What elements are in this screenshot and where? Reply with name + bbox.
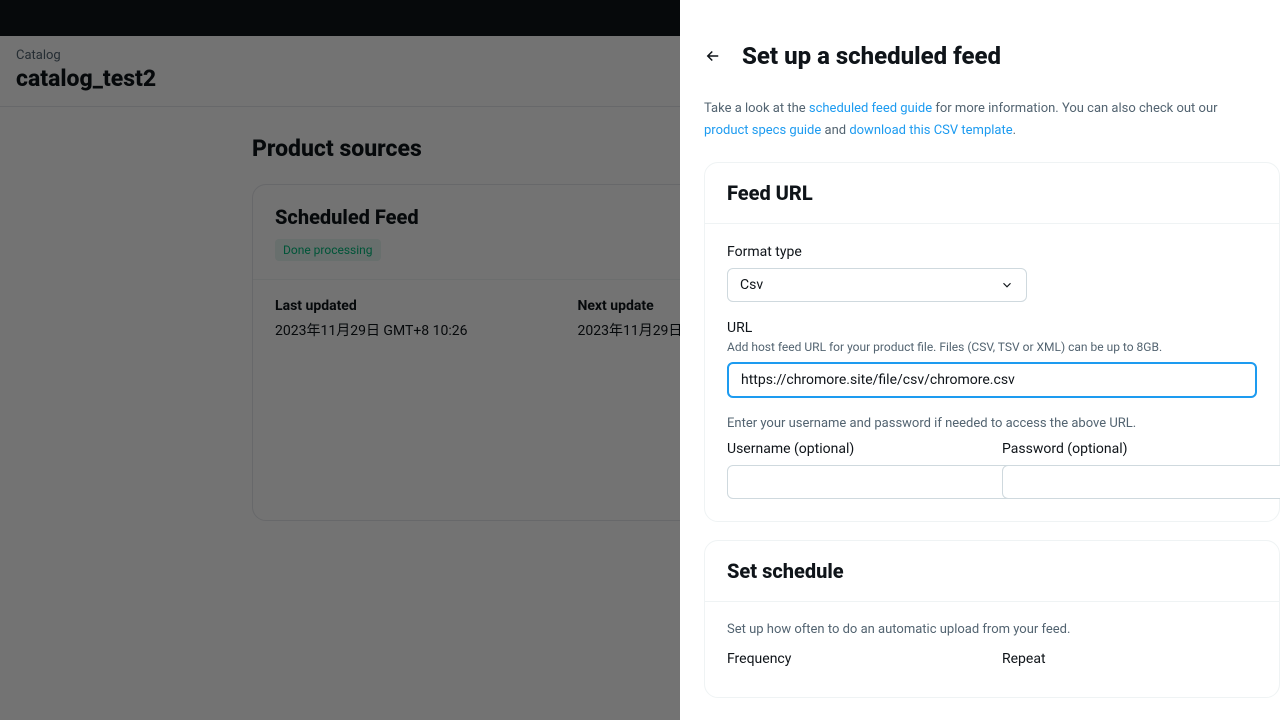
credentials-hint: Enter your username and password if need… — [727, 416, 1257, 431]
username-label: Username (optional) — [727, 441, 982, 457]
scheduled-feed-guide-link[interactable]: scheduled feed guide — [809, 101, 932, 116]
feed-url-heading: Feed URL — [705, 163, 1279, 224]
url-input[interactable] — [727, 362, 1257, 398]
schedule-hint: Set up how often to do an automatic uplo… — [727, 622, 1257, 637]
chevron-down-icon — [1000, 278, 1014, 292]
product-specs-guide-link[interactable]: product specs guide — [704, 123, 821, 138]
help-mid: for more information. You can also check… — [932, 101, 1217, 116]
format-type-label: Format type — [727, 244, 1257, 260]
password-input[interactable] — [1002, 465, 1280, 499]
username-input[interactable] — [727, 465, 1027, 499]
url-label: URL — [727, 320, 1257, 336]
help-pre: Take a look at the — [704, 101, 809, 116]
repeat-field: Repeat — [1002, 651, 1257, 675]
back-arrow-icon[interactable] — [704, 47, 722, 65]
download-csv-template-link[interactable]: download this CSV template — [849, 123, 1012, 138]
help-text: Take a look at the scheduled feed guide … — [680, 98, 1280, 162]
url-field: URL Add host feed URL for your product f… — [727, 320, 1257, 398]
format-type-field: Format type Csv — [727, 244, 1257, 302]
set-schedule-panel: Set schedule Set up how often to do an a… — [704, 540, 1280, 698]
feed-url-panel: Feed URL Format type Csv URL Add host fe… — [704, 162, 1280, 522]
format-type-value: Csv — [740, 277, 763, 293]
password-field: Password (optional) — [1002, 441, 1257, 499]
format-type-select[interactable]: Csv — [727, 268, 1027, 302]
frequency-label: Frequency — [727, 651, 982, 667]
url-hint: Add host feed URL for your product file.… — [727, 340, 1257, 354]
drawer-title: Set up a scheduled feed — [742, 42, 1001, 70]
help-end: . — [1013, 123, 1016, 138]
drawer-panel: Set up a scheduled feed Take a look at t… — [680, 0, 1280, 720]
help-post: and — [821, 123, 849, 138]
username-field: Username (optional) — [727, 441, 982, 499]
password-label: Password (optional) — [1002, 441, 1257, 457]
repeat-label: Repeat — [1002, 651, 1257, 667]
set-schedule-heading: Set schedule — [705, 541, 1279, 602]
frequency-field: Frequency — [727, 651, 982, 675]
